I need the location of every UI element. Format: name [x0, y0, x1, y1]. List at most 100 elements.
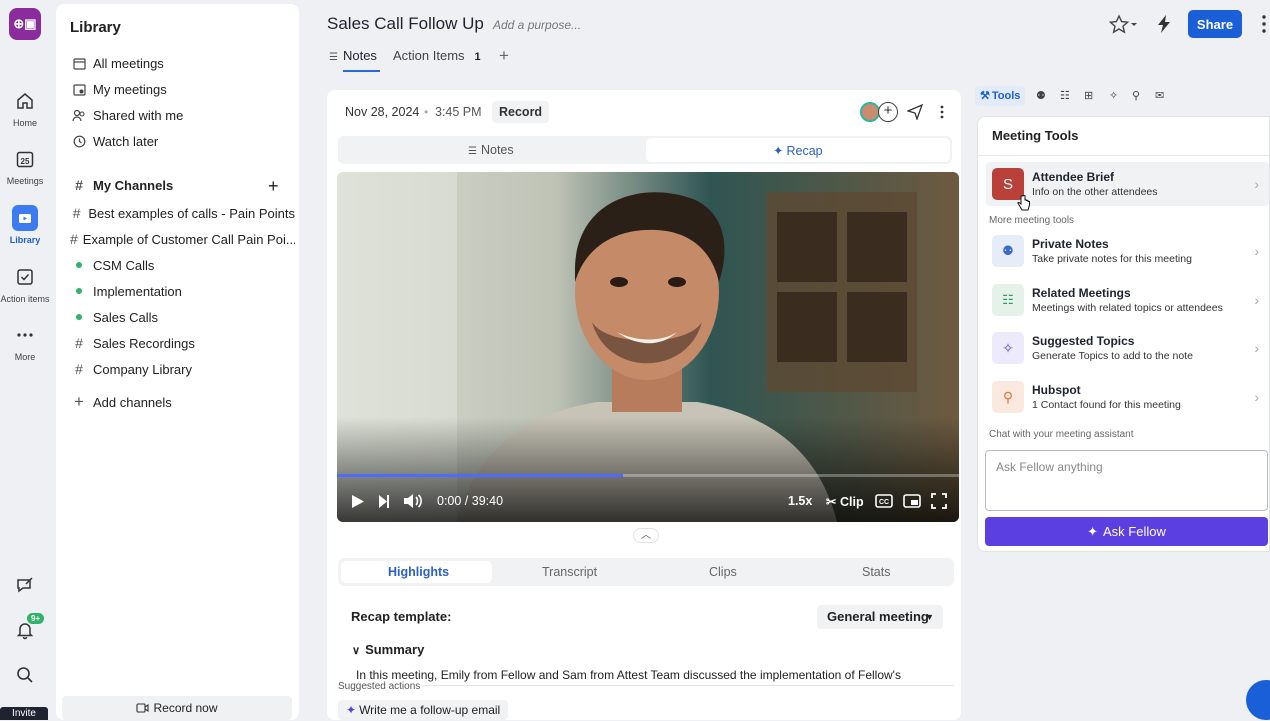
tab-transcript[interactable]: Transcript: [542, 565, 597, 579]
send-icon[interactable]: [907, 104, 923, 120]
page-title[interactable]: Sales Call Follow Up: [327, 14, 484, 34]
nav-all-meetings[interactable]: All meetings: [70, 52, 295, 74]
channel-item[interactable]: # Best examples of calls - Pain Points: [70, 202, 295, 224]
rail-item-meetings[interactable]: 25 Meetings: [0, 146, 50, 186]
captions-icon[interactable]: CC: [875, 494, 893, 508]
channel-item[interactable]: Implementation: [70, 280, 295, 302]
volume-icon[interactable]: [403, 493, 423, 509]
summary-toggle[interactable]: ∨ Summary: [352, 642, 424, 657]
tab-clips[interactable]: Clips: [709, 565, 737, 579]
tab-stats[interactable]: Stats: [862, 565, 891, 579]
channel-item[interactable]: # Example of Customer Call Pain Poi...: [70, 228, 295, 250]
app-logo-icon[interactable]: ⊕▣: [9, 8, 41, 40]
video-player[interactable]: 0:00 / 39:40 1.5x ✂ Clip CC: [337, 172, 959, 522]
search-icon[interactable]: [15, 665, 35, 685]
suggested-topics-item[interactable]: ✧ Suggested Topics Generate Topics to add…: [986, 326, 1269, 370]
hubspot-tab-icon[interactable]: ⚲: [1132, 89, 1140, 102]
purpose-field[interactable]: Add a purpose...: [493, 18, 581, 32]
channel-item[interactable]: CSM Calls: [70, 254, 295, 276]
users-icon: [70, 109, 88, 122]
avatar[interactable]: [860, 102, 880, 122]
ask-fellow-input[interactable]: Ask Fellow anything: [985, 450, 1268, 511]
record-now-button[interactable]: Record now: [62, 696, 292, 720]
nav-my-meetings[interactable]: My meetings: [70, 78, 295, 100]
private-notes-icon: ⚉: [992, 235, 1024, 267]
playback-speed[interactable]: 1.5x: [788, 494, 812, 508]
play-icon[interactable]: [351, 494, 365, 509]
tools-tab[interactable]: ⚒ Tools: [975, 86, 1026, 106]
notes-lines-icon: ☰: [468, 146, 477, 157]
private-notes-tab-icon[interactable]: ⚉: [1036, 89, 1046, 102]
notes-lines-icon: ☰: [329, 52, 338, 63]
collapse-chevron-up-icon[interactable]: ︿: [633, 528, 659, 543]
left-rail: ⊕▣ Home 25 Meetings Library Action items…: [0, 0, 50, 720]
picture-in-picture-icon[interactable]: [903, 494, 921, 508]
nav-label: Shared with me: [93, 107, 184, 123]
add-attendee-icon[interactable]: +: [878, 102, 898, 122]
hubspot-item[interactable]: ⚲ Hubspot 1 Contact found for this meetin…: [986, 375, 1269, 419]
notification-badge: 9+: [27, 613, 45, 624]
suggested-action-chip[interactable]: ✦ Write me a follow-up email: [338, 700, 509, 720]
card-more-icon[interactable]: [940, 105, 944, 119]
feedback-icon[interactable]: [15, 575, 35, 595]
add-channels-link[interactable]: + Add channels: [70, 391, 295, 413]
calendar-tab-icon[interactable]: ⊞: [1084, 89, 1093, 102]
tab-highlights[interactable]: Highlights: [388, 565, 449, 579]
nav-shared-with-me[interactable]: Shared with me: [70, 104, 295, 126]
channel-dot-icon: [70, 314, 88, 320]
sparkle-tab-icon[interactable]: ✧: [1109, 89, 1118, 102]
segment-recap[interactable]: ✦ Recap: [773, 143, 823, 158]
tool-subtitle: Info on the other attendees: [1032, 186, 1158, 198]
fullscreen-icon[interactable]: [931, 493, 947, 509]
sparkle-icon: ✦: [1087, 523, 1099, 539]
meeting-date: Nov 28, 2024: [345, 105, 420, 119]
chat-tab-icon[interactable]: ✉: [1155, 89, 1164, 102]
ask-fellow-button[interactable]: ✦ Ask Fellow: [985, 517, 1268, 546]
invite-button[interactable]: Invite: [0, 707, 48, 720]
rail-item-more[interactable]: More: [0, 322, 50, 362]
home-icon: [12, 88, 38, 114]
next-icon[interactable]: [378, 494, 390, 509]
checkbox-icon: [12, 264, 38, 290]
tab-action-items[interactable]: Action Items 1: [393, 48, 481, 63]
record-button[interactable]: Record: [492, 101, 550, 123]
hash-icon: #: [75, 335, 83, 351]
tool-title: Related Meetings: [1032, 286, 1131, 300]
separator-dot: •: [424, 105, 429, 119]
add-channel-plus-icon[interactable]: +: [268, 176, 279, 197]
related-meetings-item[interactable]: ☷ Related Meetings Meetings with related …: [986, 278, 1269, 322]
private-notes-item[interactable]: ⚉ Private Notes Take private notes for th…: [986, 229, 1269, 273]
channel-item[interactable]: # Sales Recordings: [70, 332, 295, 354]
share-button[interactable]: Share: [1188, 10, 1242, 38]
rail-item-action-items[interactable]: Action items: [0, 264, 50, 304]
video-camera-icon: [136, 703, 150, 713]
kebab-menu-icon[interactable]: [1261, 14, 1267, 34]
chat-label: Chat with your meeting assistant: [989, 429, 1138, 440]
nav-watch-later[interactable]: Watch later: [70, 130, 295, 152]
recap-template-select[interactable]: General meeting ▼: [817, 605, 943, 629]
channel-item[interactable]: # Company Library: [70, 358, 295, 380]
lightning-icon[interactable]: [1156, 14, 1172, 34]
sparkle-icon: ✧: [992, 332, 1024, 364]
scissors-icon: ✂: [826, 495, 837, 509]
hash-icon: #: [72, 205, 81, 221]
tool-title: Private Notes: [1032, 237, 1109, 251]
add-tab-plus-icon[interactable]: +: [499, 46, 509, 66]
chevron-right-icon: ›: [1254, 243, 1259, 259]
star-icon[interactable]: [1109, 14, 1139, 36]
rail-item-home[interactable]: Home: [0, 88, 50, 128]
chat-bubble-icon[interactable]: [1246, 680, 1270, 720]
summary-title: Summary: [365, 642, 425, 657]
segment-label: Recap: [786, 144, 823, 158]
tab-underline: [343, 70, 380, 72]
related-meetings-tab-icon[interactable]: ☷: [1060, 89, 1070, 102]
segment-notes[interactable]: ☰ Notes: [468, 143, 514, 157]
ask-fellow-label: Ask Fellow: [1103, 524, 1166, 539]
clip-button[interactable]: ✂ Clip: [826, 494, 864, 509]
rail-item-library[interactable]: Library: [0, 205, 50, 245]
recap-template-label: Recap template:: [351, 609, 452, 624]
meeting-time: 3:45 PM: [435, 105, 482, 119]
video-seekbar[interactable]: [337, 474, 959, 477]
tab-notes[interactable]: ☰ Notes: [329, 48, 377, 63]
channel-item[interactable]: Sales Calls: [70, 306, 295, 328]
